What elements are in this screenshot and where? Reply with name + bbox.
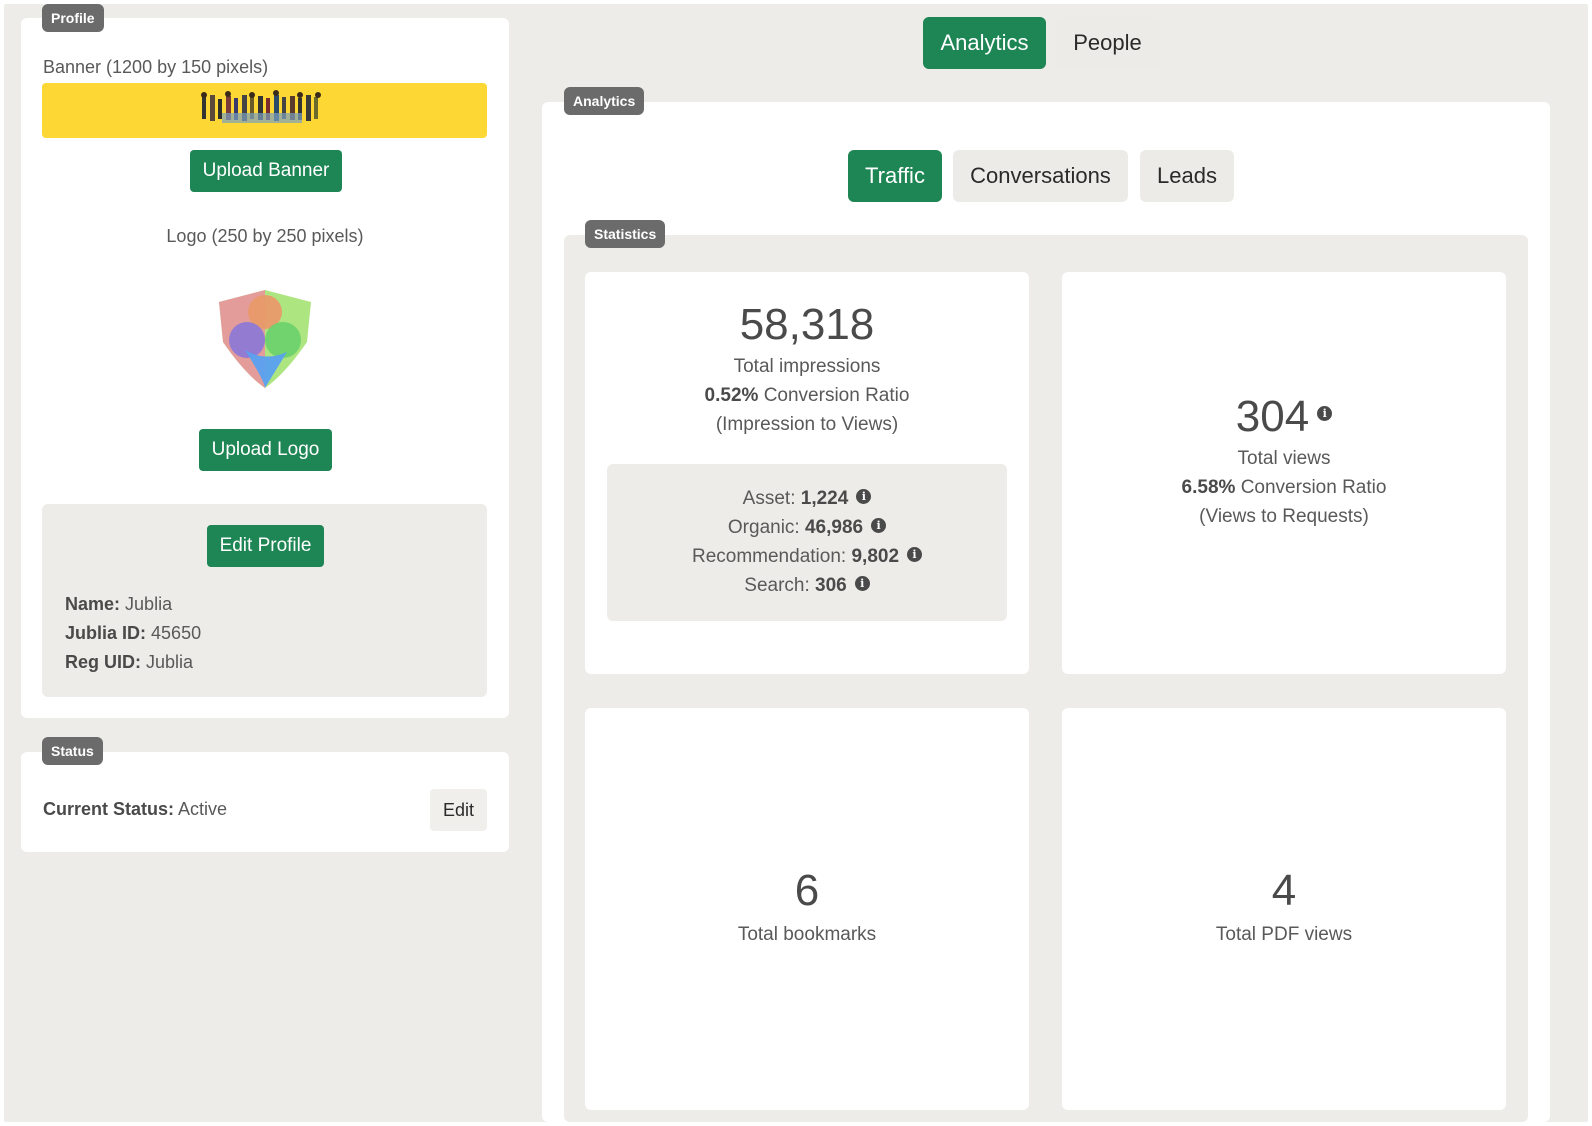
- profile-field-value: 45650: [151, 623, 202, 643]
- logo-label: Logo (250 by 250 pixels): [166, 226, 364, 246]
- current-status: Current Status: Active: [43, 799, 227, 820]
- edit-profile-button[interactable]: Edit Profile: [207, 525, 324, 567]
- statistics-tag: Statistics: [585, 220, 666, 248]
- profile-field-label: Reg UID:: [65, 652, 141, 672]
- views-ratio-value: 6.58%: [1181, 477, 1236, 498]
- views-label: Total views: [1237, 448, 1331, 469]
- profile-field-value: Jublia: [125, 594, 173, 614]
- views-ratio-label: Conversion Ratio: [1240, 477, 1387, 498]
- info-icon[interactable]: i: [871, 518, 887, 534]
- impressions-ratio: 0.52% Conversion Ratio: [585, 381, 1029, 410]
- banner-label: Banner (1200 by 150 pixels): [43, 57, 269, 77]
- profile-field-reg-uid: Reg UID: Jublia: [65, 648, 201, 677]
- tab-conversations[interactable]: Conversations: [953, 150, 1128, 202]
- info-icon[interactable]: i: [907, 547, 923, 563]
- info-icon[interactable]: i: [1317, 405, 1333, 421]
- impressions-ratio-note: (Impression to Views): [715, 414, 899, 435]
- views-value-row: 304 i: [1062, 392, 1506, 442]
- current-status-label: Current Status:: [43, 799, 175, 819]
- views-ratio-note: (Views to Requests): [1199, 506, 1369, 527]
- upload-banner-button[interactable]: Upload Banner: [190, 150, 342, 192]
- breakdown-value: 9,802: [851, 546, 900, 567]
- banner-preview: [42, 83, 487, 138]
- logo-preview: [215, 290, 315, 390]
- status-edit-button[interactable]: Edit: [430, 789, 487, 831]
- current-status-value: Active: [178, 799, 228, 819]
- impressions-ratio-value: 0.52%: [704, 385, 759, 406]
- views-ratio: 6.58% Conversion Ratio: [1062, 473, 1506, 502]
- analytics-tag: Analytics: [564, 87, 645, 115]
- profile-field-label: Jublia ID:: [65, 623, 147, 643]
- profile-field-name: Name: Jublia: [65, 590, 201, 619]
- breakdown-label: Asset:: [742, 488, 796, 509]
- breakdown-label: Search:: [744, 575, 810, 596]
- stat-card-impressions: 58,318 Total impressions 0.52% Conversio…: [585, 272, 1029, 674]
- tab-people[interactable]: People: [1056, 17, 1159, 69]
- breakdown-value: 306: [815, 575, 847, 596]
- profile-field-label: Name:: [65, 594, 121, 614]
- profile-tag: Profile: [42, 4, 104, 32]
- breakdown-item-organic: Organic: 46,986 i: [607, 513, 1007, 542]
- tab-leads[interactable]: Leads: [1140, 150, 1234, 202]
- breakdown-item-recommendation: Recommendation: 9,802 i: [607, 542, 1007, 571]
- breakdown-label: Organic:: [727, 517, 800, 538]
- upload-logo-button[interactable]: Upload Logo: [199, 429, 332, 471]
- impressions-ratio-label: Conversion Ratio: [763, 385, 910, 406]
- impressions-value: 58,318: [739, 300, 875, 349]
- profile-field-jublia-id: Jublia ID: 45650: [65, 619, 201, 648]
- pdf-views-label: Total PDF views: [1215, 924, 1353, 945]
- info-icon[interactable]: i: [856, 489, 872, 505]
- impressions-breakdown: Asset: 1,224 i Organic: 46,986 i Recommend…: [607, 464, 1007, 621]
- breakdown-label: Recommendation:: [691, 546, 847, 567]
- profile-fields: Name: Jublia Jublia ID: 45650 Reg UID: J…: [65, 590, 201, 677]
- stat-card-bookmarks: 6 Total bookmarks: [585, 708, 1029, 1110]
- impressions-label: Total impressions: [733, 356, 881, 377]
- views-value: 304: [1235, 392, 1310, 441]
- tab-traffic[interactable]: Traffic: [848, 150, 942, 202]
- profile-field-value: Jublia: [146, 652, 194, 672]
- banner-people-image: [201, 90, 321, 123]
- pdf-views-value: 4: [1271, 866, 1297, 915]
- stat-card-views: 304 i Total views 6.58% Conversion Ratio …: [1062, 272, 1506, 674]
- bookmarks-label: Total bookmarks: [737, 924, 877, 945]
- status-tag: Status: [42, 737, 103, 765]
- breakdown-value: 46,986: [804, 517, 864, 538]
- stat-card-pdf-views: 4 Total PDF views: [1062, 708, 1506, 1110]
- breakdown-item-asset: Asset: 1,224 i: [607, 484, 1007, 513]
- info-icon[interactable]: i: [854, 576, 870, 592]
- logo-shield-icon: [219, 290, 311, 388]
- tab-analytics[interactable]: Analytics: [923, 17, 1046, 69]
- bookmarks-value: 6: [794, 866, 820, 915]
- breakdown-item-search: Search: 306 i: [607, 571, 1007, 600]
- breakdown-value: 1,224: [800, 488, 849, 509]
